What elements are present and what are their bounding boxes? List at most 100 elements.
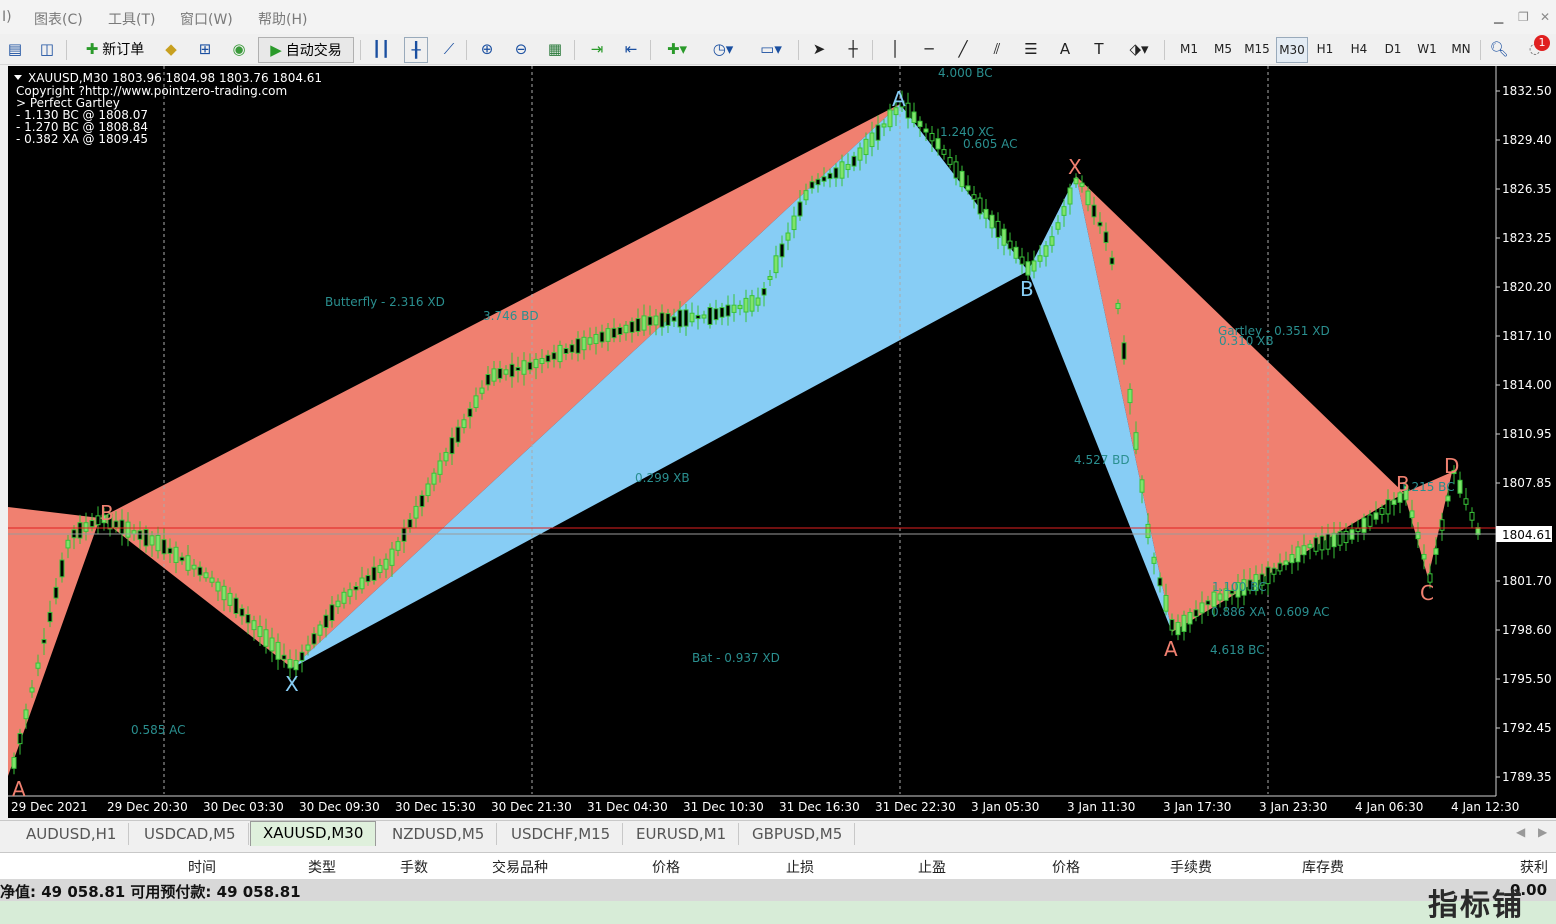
column-type[interactable]: 类型 (260, 857, 336, 877)
column-symbol[interactable]: 交易品种 (440, 857, 548, 877)
periods-icon[interactable]: ◷▾ (704, 37, 742, 61)
candle-body (827, 172, 833, 180)
menu-item-window[interactable]: 窗口(W) (180, 9, 233, 29)
candle-body (557, 344, 563, 363)
candle-body (59, 559, 65, 578)
column-take-profit[interactable]: 止盈 (866, 857, 946, 877)
timeframe-m15[interactable]: M15 (1242, 37, 1272, 61)
symbol-tab-bar: AUDUSD,H1 USDCAD,M5 XAUUSD,M30 NZDUSD,M5… (0, 820, 1556, 847)
candle-body (257, 626, 263, 638)
chart-window[interactable]: 1832.50 1829.40 1826.35 1823.25 1820.20 1817.… (8, 66, 1556, 818)
trendline-icon[interactable]: ╱ (952, 37, 974, 61)
gold-bars-icon[interactable]: ◆ (160, 37, 182, 61)
timeframe-m1[interactable]: M1 (1174, 37, 1204, 61)
tab-gbpusd-m5[interactable]: GBPUSD,M5 (740, 823, 856, 845)
balance-row[interactable]: 净值: 49 058.81 可用预付款: 49 058.81 0.00 (0, 879, 1556, 901)
candle-body (17, 733, 23, 745)
candle-body (647, 316, 653, 326)
tile-windows-icon[interactable]: ▦ (544, 37, 566, 61)
chart-shift-icon[interactable]: ⇤ (620, 37, 642, 61)
profiles-icon[interactable]: ◫ (36, 37, 58, 61)
market-watch-icon[interactable]: ▤ (4, 37, 26, 61)
timeframe-d1[interactable]: D1 (1378, 37, 1408, 61)
column-time[interactable]: 时间 (140, 857, 216, 877)
candle-body (377, 565, 383, 573)
candle-body (455, 426, 461, 443)
arrows-icon[interactable]: ⬗▾ (1122, 37, 1156, 61)
tab-audusd-h1[interactable]: AUDUSD,H1 (14, 823, 130, 845)
timeframe-mn[interactable]: MN (1446, 37, 1476, 61)
candle-body (233, 597, 239, 615)
tab-eurusd-m1[interactable]: EURUSD,M1 (624, 823, 740, 845)
auto-trading-button[interactable]: ▶ 自动交易 (258, 37, 354, 63)
new-order-button[interactable]: ✚ 新订单 (78, 37, 152, 61)
candle-body (947, 157, 953, 165)
menu-item-tools[interactable]: 工具(T) (108, 9, 155, 29)
tab-xauusd-m30[interactable]: XAUUSD,M30 (250, 821, 377, 846)
tab-scroll-left-icon[interactable]: ◀ (1516, 825, 1525, 839)
vertical-line-icon[interactable]: │ (884, 37, 906, 61)
crosshair-icon[interactable]: ┼ (842, 37, 864, 61)
templates-icon[interactable]: ▭▾ (752, 37, 790, 61)
line-chart-icon[interactable]: ⟋ (438, 37, 460, 61)
candle-body (197, 566, 203, 576)
bar-chart-icon[interactable]: ┃┃ (370, 37, 392, 61)
tab-usdcad-m5[interactable]: USDCAD,M5 (132, 823, 249, 845)
timeframe-m30[interactable]: M30 (1276, 37, 1308, 63)
close-icon[interactable]: ✕ (1540, 10, 1550, 24)
time-tick-label: 3 Jan 05:30 (971, 800, 1039, 814)
menu-item-help[interactable]: 帮助(H) (258, 9, 307, 29)
zoom-out-icon[interactable]: ⊖ (510, 37, 532, 61)
menu-item-charts[interactable]: 图表(C) (34, 9, 83, 29)
tab-usdchf-m15[interactable]: USDCHF,M15 (499, 823, 624, 845)
annotation-0886-xa: 0.886 XA (1211, 605, 1266, 619)
candle-body (113, 520, 119, 528)
column-profit[interactable]: 获利 (1470, 857, 1548, 877)
candle-body (539, 357, 545, 365)
collapse-triangle-icon[interactable] (14, 75, 22, 80)
restore-icon[interactable]: ❐ (1518, 10, 1529, 24)
column-current-price[interactable]: 价格 (1000, 857, 1080, 877)
tab-scroll-right-icon[interactable]: ▶ (1538, 825, 1547, 839)
menu-item-file[interactable]: I) (2, 9, 12, 25)
column-commission[interactable]: 手续费 (1132, 857, 1212, 877)
candlestick-chart-icon[interactable]: ╂ (404, 37, 428, 63)
timeframe-m5[interactable]: M5 (1208, 37, 1238, 61)
zoom-in-icon[interactable]: ⊕ (476, 37, 498, 61)
candle-body (365, 575, 371, 583)
time-tick-label: 3 Jan 23:30 (1259, 800, 1327, 814)
market-icon[interactable]: ◉ (228, 37, 250, 61)
text-icon[interactable]: A (1054, 37, 1076, 61)
column-volume[interactable]: 手数 (352, 857, 428, 877)
time-tick-label: 31 Dec 10:30 (683, 800, 764, 814)
indicators-icon[interactable]: ✚▾ (660, 37, 694, 61)
timeframe-w1[interactable]: W1 (1412, 37, 1442, 61)
channel-icon[interactable]: ⫽ (986, 37, 1008, 61)
candle-body (1193, 609, 1199, 617)
pivot-b-bat: B (1020, 277, 1034, 301)
horizontal-line-icon[interactable]: ─ (918, 37, 940, 61)
column-stop-loss[interactable]: 止损 (734, 857, 814, 877)
candle-body (1073, 177, 1079, 185)
auto-scroll-icon[interactable]: ⇥ (586, 37, 608, 61)
candle-body (503, 369, 509, 375)
annotation-butterfly: Butterfly - 2.316 XD (325, 295, 445, 309)
text-label-icon[interactable]: T (1088, 37, 1110, 61)
signals-icon[interactable]: ⊞ (194, 37, 216, 61)
minimize-icon[interactable]: ▁ (1494, 10, 1503, 24)
toolbar-separator (650, 40, 651, 60)
price-tick-label: 1814.00 (1502, 378, 1552, 392)
column-swap[interactable]: 库存费 (1264, 857, 1344, 877)
candle-body (1367, 514, 1373, 527)
candle-body (1313, 537, 1319, 552)
cursor-icon[interactable]: ➤ (808, 37, 830, 61)
timeframe-h4[interactable]: H4 (1344, 37, 1374, 61)
search-icon[interactable]: 🔍︎ (1488, 37, 1510, 61)
tab-nzdusd-m5[interactable]: NZDUSD,M5 (380, 823, 498, 845)
fibonacci-icon[interactable]: ☰ (1020, 37, 1042, 61)
notifications-button[interactable]: ◌ 1 (1520, 35, 1550, 61)
column-open-price[interactable]: 价格 (600, 857, 680, 877)
price-chart[interactable]: 1832.50 1829.40 1826.35 1823.25 1820.20 1817.… (8, 66, 1556, 818)
candle-body (419, 494, 425, 508)
timeframe-h1[interactable]: H1 (1310, 37, 1340, 61)
